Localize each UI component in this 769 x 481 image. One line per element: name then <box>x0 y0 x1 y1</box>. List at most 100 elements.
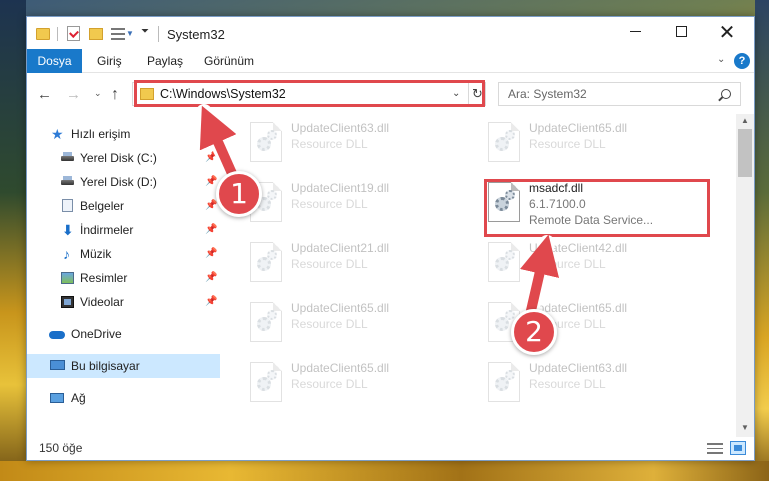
title-separator <box>158 26 159 42</box>
pin-icon[interactable]: 📌 <box>205 266 217 290</box>
file-name: UpdateClient63.dll <box>529 361 628 375</box>
new-folder-icon[interactable] <box>89 28 103 40</box>
music-icon: ♪ <box>63 246 70 262</box>
file-name: UpdateClient65.dll <box>529 121 628 135</box>
scroll-up-icon[interactable]: ▲ <box>741 116 749 125</box>
help-button[interactable]: ? <box>734 53 750 69</box>
close-button[interactable]: ✕ <box>704 17 750 49</box>
dll-file-icon <box>488 122 520 162</box>
file-type: Resource DLL <box>529 137 606 151</box>
vertical-scrollbar[interactable]: ▲ ▼ <box>736 114 754 437</box>
sidebar-item-this-pc[interactable]: Bu bilgisayar <box>27 354 220 378</box>
file-name: UpdateClient65.dll <box>291 361 390 375</box>
sidebar-item-label: OneDrive <box>71 327 122 341</box>
pin-icon[interactable]: 📌 <box>205 290 217 314</box>
sidebar-item-label: Müzik <box>80 247 112 261</box>
file-highlight-box <box>484 179 710 237</box>
desktop-background-left <box>0 0 26 481</box>
sidebar-item-network[interactable]: Ağ <box>27 386 220 410</box>
step-badge-1: 1 <box>216 171 262 217</box>
folder-icon <box>36 28 50 40</box>
file-type: Resource DLL <box>291 137 368 151</box>
sidebar-item-local-disk-d[interactable]: Yerel Disk (D:) 📌 <box>27 170 220 194</box>
maximize-icon <box>675 25 687 37</box>
file-item[interactable]: UpdateClient65.dll Resource DLL <box>480 116 690 172</box>
navigation-pane: ★ Hızlı erişim Yerel Disk (C:) 📌 Yerel D… <box>27 114 220 437</box>
pin-icon[interactable]: 📌 <box>205 146 217 170</box>
file-item[interactable]: UpdateClient42.dll Resource DLL <box>480 236 690 292</box>
title-bar: ▼ ⏷ System32 ✕ <box>27 17 754 49</box>
tab-share[interactable]: Paylaş <box>147 49 183 73</box>
step-badge-2: 2 <box>511 309 557 355</box>
recent-locations-chevron-icon[interactable]: ⌄ <box>94 88 102 99</box>
status-bar: 150 öğe <box>27 437 754 460</box>
dll-file-icon <box>250 242 282 282</box>
item-count: 150 öğe <box>39 441 83 455</box>
large-icons-view-icon[interactable] <box>730 441 746 455</box>
sidebar-item-music[interactable]: ♪ Müzik 📌 <box>27 242 220 266</box>
file-type: Resource DLL <box>291 317 368 331</box>
file-name: UpdateClient65.dll <box>291 301 390 315</box>
disk-icon <box>61 152 74 161</box>
sidebar-item-quick-access[interactable]: ★ Hızlı erişim <box>27 122 220 146</box>
up-arrow-icon[interactable]: ↑ <box>111 86 119 104</box>
tab-view[interactable]: Görünüm <box>204 49 254 73</box>
tab-home[interactable]: Giriş <box>97 49 122 73</box>
scrollbar-thumb[interactable] <box>738 129 752 177</box>
properties-icon[interactable] <box>67 26 80 41</box>
scroll-down-icon[interactable]: ▼ <box>741 423 749 432</box>
back-arrow-icon[interactable]: ← <box>37 86 52 103</box>
file-name: UpdateClient21.dll <box>291 241 390 255</box>
file-list: UpdateClient63.dll Resource DLL UpdateCl… <box>220 114 736 437</box>
forward-arrow-icon[interactable]: → <box>66 86 81 103</box>
file-item[interactable]: UpdateClient65.dll Resource DLL <box>242 356 452 412</box>
view-dropdown-icon[interactable]: ▼ <box>126 29 134 45</box>
search-placeholder: Ara: System32 <box>508 87 587 101</box>
sidebar-item-label: Belgeler <box>80 199 125 213</box>
maximize-button[interactable] <box>658 17 704 49</box>
dll-file-icon <box>250 122 282 162</box>
dll-file-icon <box>488 242 520 282</box>
quick-access-separator <box>57 27 58 41</box>
sidebar-item-videos[interactable]: Videolar 📌 <box>27 290 220 314</box>
file-type: Resource DLL <box>529 377 606 391</box>
details-view-icon[interactable] <box>707 443 723 454</box>
star-icon: ★ <box>51 126 64 142</box>
sidebar-item-label: Ağ <box>71 391 86 405</box>
file-item[interactable]: UpdateClient63.dll Resource DLL <box>242 116 452 172</box>
sidebar-item-local-disk-c[interactable]: Yerel Disk (C:) 📌 <box>27 146 220 170</box>
file-name: UpdateClient63.dll <box>291 121 390 135</box>
file-item[interactable]: UpdateClient65.dll Resource DLL <box>242 296 452 352</box>
file-name: UpdateClient42.dll <box>529 241 628 255</box>
view-icon[interactable] <box>111 28 125 40</box>
search-input[interactable]: Ara: System32 <box>498 82 741 106</box>
dll-file-icon <box>250 362 282 402</box>
file-item[interactable]: UpdateClient19.dll Resource DLL <box>242 176 452 232</box>
pictures-icon <box>61 272 74 284</box>
file-type: Resource DLL <box>291 257 368 271</box>
minimize-icon <box>629 30 641 32</box>
video-icon <box>61 296 74 308</box>
dll-file-icon <box>488 362 520 402</box>
tab-file[interactable]: Dosya <box>27 49 82 73</box>
file-type: Resource DLL <box>291 377 368 391</box>
address-highlight-box <box>134 80 485 107</box>
sidebar-item-label: İndirmeler <box>80 223 134 237</box>
sidebar-item-label: Hızlı erişim <box>71 127 131 141</box>
disk-icon <box>61 176 74 185</box>
search-icon[interactable] <box>721 89 731 99</box>
sidebar-item-downloads[interactable]: ⬇ İndirmeler 📌 <box>27 218 220 242</box>
download-icon: ⬇ <box>62 222 74 238</box>
chevron-down-icon[interactable]: ⌄ <box>717 54 725 65</box>
computer-icon <box>50 360 65 370</box>
desktop-background-bottom <box>0 461 769 481</box>
file-item[interactable]: UpdateClient21.dll Resource DLL <box>242 236 452 292</box>
customize-toolbar-icon[interactable]: ⏷ <box>141 26 149 42</box>
sidebar-item-documents[interactable]: Belgeler 📌 <box>27 194 220 218</box>
pin-icon[interactable]: 📌 <box>205 242 217 266</box>
pin-icon[interactable]: 📌 <box>205 218 217 242</box>
minimize-button[interactable] <box>612 17 658 49</box>
sidebar-item-onedrive[interactable]: OneDrive <box>27 322 220 346</box>
file-item[interactable]: UpdateClient63.dll Resource DLL <box>480 356 690 412</box>
sidebar-item-pictures[interactable]: Resimler 📌 <box>27 266 220 290</box>
